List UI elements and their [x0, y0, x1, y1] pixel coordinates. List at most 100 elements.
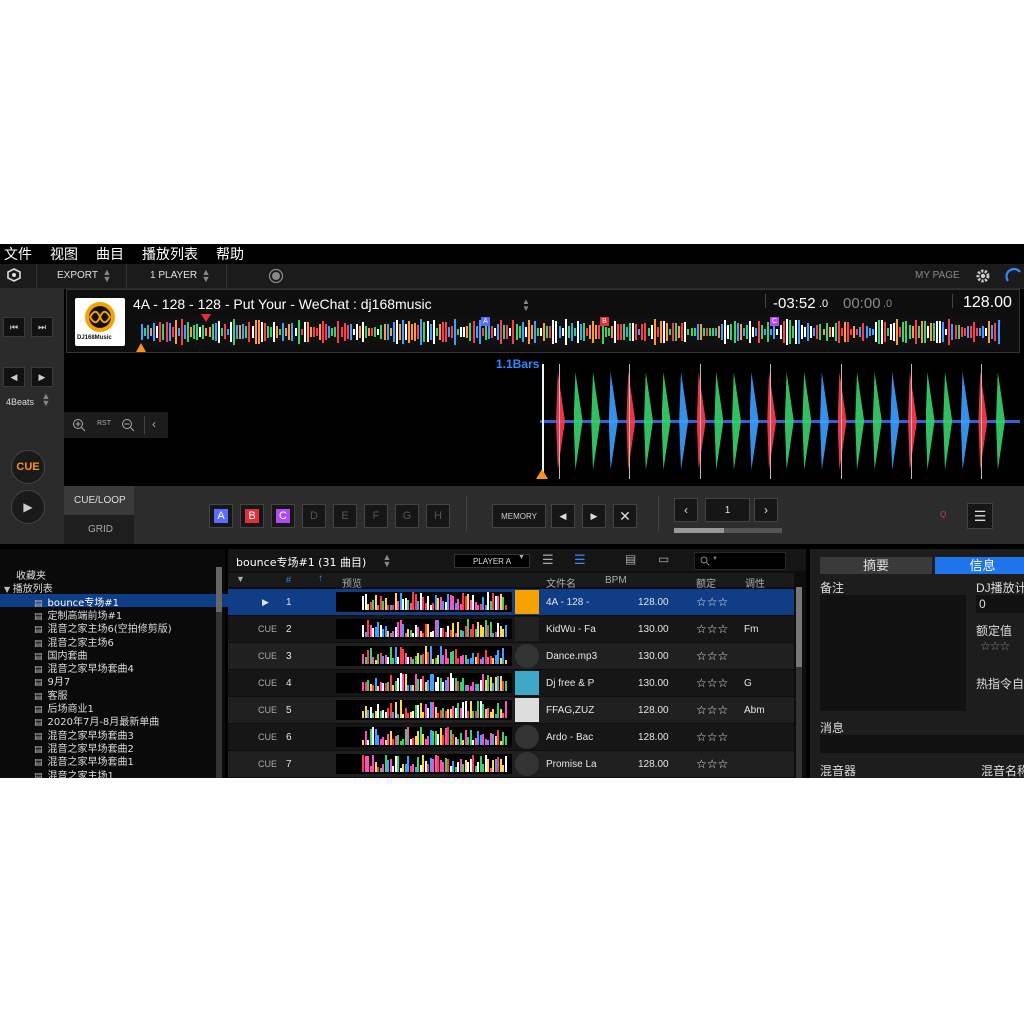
- record-icon[interactable]: [268, 268, 284, 284]
- rating-stars[interactable]: ☆☆☆: [980, 639, 1010, 653]
- tree-playlist-item[interactable]: ▤ 国内套曲: [0, 647, 249, 662]
- tree-playlist-item[interactable]: ▤ 定制高端前场#1: [0, 607, 249, 622]
- tab-info[interactable]: 信息: [935, 557, 1024, 574]
- loop-halve-button[interactable]: ‹: [674, 498, 698, 522]
- search-input[interactable]: ▼: [694, 552, 786, 570]
- tree-playlists-folder[interactable]: ▼ 播放列表: [0, 580, 219, 595]
- menu-playlist[interactable]: 播放列表: [142, 244, 198, 264]
- preview-waveform[interactable]: [336, 592, 512, 612]
- list-view-icon[interactable]: ☰: [542, 552, 554, 568]
- tree-playlist-item[interactable]: ▤ 客服: [0, 687, 249, 702]
- title-updown-icon[interactable]: ▲ ▼: [522, 298, 530, 313]
- memory-prev-button[interactable]: ◀: [551, 504, 575, 528]
- tree-playlist-item[interactable]: ▤ 9月7: [0, 673, 249, 688]
- hot-cue-a-button[interactable]: A: [209, 504, 233, 528]
- rekordbox-logo-icon[interactable]: [7, 268, 21, 282]
- export-updown-icon[interactable]: ▲ ▼: [102, 268, 112, 284]
- tree-scrollbar[interactable]: [216, 567, 222, 778]
- loop-double-button[interactable]: ›: [754, 498, 778, 522]
- preview-waveform[interactable]: [336, 673, 512, 693]
- hot-cue-f-button[interactable]: F: [364, 504, 388, 528]
- table-row[interactable]: CUE 7 Promise La 128.00 ☆☆☆: [228, 751, 794, 777]
- menu-view[interactable]: 视图: [50, 244, 78, 264]
- remaining-time[interactable]: -03:52: [773, 295, 816, 312]
- quantize-button[interactable]: Q: [940, 510, 946, 519]
- preview-waveform[interactable]: [336, 700, 512, 720]
- menu-hamburger-icon[interactable]: ☰: [967, 503, 993, 529]
- zoomed-waveform[interactable]: [540, 364, 1020, 479]
- play-button[interactable]: ▶: [11, 490, 45, 524]
- cue-button[interactable]: CUE: [11, 450, 45, 484]
- tree-favorites[interactable]: 收藏夹: [0, 567, 231, 582]
- notes-textarea[interactable]: [820, 595, 966, 711]
- hot-cue-g-button[interactable]: G: [395, 504, 419, 528]
- delete-memory-button[interactable]: ✕: [613, 504, 637, 528]
- memory-next-button[interactable]: ▶: [582, 504, 606, 528]
- play-count-field[interactable]: 0: [976, 595, 1024, 613]
- hot-cue-c-button[interactable]: C: [271, 504, 295, 528]
- detailed-list-view-icon[interactable]: ☰: [574, 552, 586, 568]
- collapse-arrow-icon[interactable]: ‹: [152, 417, 156, 431]
- hot-cue-h-button[interactable]: H: [426, 504, 450, 528]
- tree-playlist-item[interactable]: ▤ 混音之家早场套曲4: [0, 660, 249, 675]
- my-page-link[interactable]: MY PAGE: [915, 270, 960, 281]
- filter-icon[interactable]: ▼: [236, 574, 245, 584]
- list-scrollbar[interactable]: [796, 587, 802, 778]
- track-next-button[interactable]: ⏭: [31, 317, 53, 337]
- col-bpm[interactable]: BPM: [605, 575, 627, 586]
- tree-playlist-item[interactable]: ▤ 2020年7月-8月最新单曲: [0, 713, 249, 728]
- hot-cue-d-button[interactable]: D: [302, 504, 326, 528]
- player-mode-label[interactable]: 1 PLAYER: [150, 270, 197, 281]
- table-row[interactable]: CUE 6 Ardo - Bac 128.00 ☆☆☆: [228, 724, 794, 750]
- tree-playlist-item[interactable]: ▤ 混音之家主场6(空拍修剪版): [0, 620, 249, 635]
- menu-file[interactable]: 文件: [4, 244, 32, 264]
- hot-cue-e-button[interactable]: E: [333, 504, 357, 528]
- export-mode-label[interactable]: EXPORT: [57, 270, 98, 281]
- table-row[interactable]: CUE 2 KidWu - Fa 130.00 ☆☆☆ Fm: [228, 616, 794, 642]
- overview-waveform[interactable]: [141, 318, 1001, 346]
- preview-waveform[interactable]: [336, 646, 512, 666]
- table-row[interactable]: ▶ 1 4A - 128 - 128.00 ☆☆☆: [228, 589, 794, 615]
- sync-arc-icon[interactable]: [1005, 268, 1023, 284]
- preview-waveform[interactable]: [336, 619, 512, 639]
- message-field[interactable]: [820, 735, 1024, 753]
- beat-jump-forward-button[interactable]: ▶: [31, 367, 53, 387]
- tab-cue-loop[interactable]: CUE/LOOP: [64, 486, 134, 515]
- col-num[interactable]: #: [286, 575, 291, 585]
- tree-playlist-item[interactable]: ▤ 混音之家早场套曲2: [0, 740, 249, 755]
- tree-playlist-item[interactable]: ▤ 后场商业1: [0, 700, 249, 715]
- tab-grid[interactable]: GRID: [64, 515, 134, 544]
- gear-icon[interactable]: [975, 268, 991, 284]
- tree-playlist-item[interactable]: ▤bounce专场#1⊕: [0, 593, 249, 609]
- table-row[interactable]: CUE 3 Dance.mp3 130.00 ☆☆☆: [228, 643, 794, 669]
- preview-waveform[interactable]: [336, 727, 512, 747]
- sort-asc-icon[interactable]: ↑: [318, 573, 323, 584]
- zoom-out-icon[interactable]: [121, 418, 135, 432]
- col-filename[interactable]: 文件名: [546, 575, 576, 590]
- col-preview[interactable]: 预览: [342, 575, 362, 590]
- hot-cue-b-button[interactable]: B: [240, 504, 264, 528]
- track-previous-button[interactable]: ⏮: [3, 317, 25, 337]
- zoom-in-icon[interactable]: [72, 418, 86, 432]
- table-row[interactable]: CUE 4 Dj free & P 130.00 ☆☆☆ G: [228, 670, 794, 696]
- tree-playlist-item[interactable]: ▤ 混音之家早场套曲3: [0, 727, 249, 742]
- deck-bpm[interactable]: 128.00: [963, 294, 1012, 312]
- col-key[interactable]: 调性: [745, 575, 765, 590]
- tree-playlist-item[interactable]: ▤ 混音之家主场1: [0, 767, 249, 779]
- tab-summary[interactable]: 摘要: [820, 557, 932, 574]
- menu-help[interactable]: 帮助: [216, 244, 244, 264]
- tree-playlist-item[interactable]: ▤ 混音之家早场套曲1: [0, 753, 249, 768]
- menu-track[interactable]: 曲目: [96, 244, 124, 264]
- col-rating[interactable]: 额定: [696, 575, 716, 590]
- preview-waveform[interactable]: [336, 754, 512, 774]
- tree-playlist-item[interactable]: ▤ 混音之家主场6: [0, 634, 249, 649]
- beat-size-updown-icon[interactable]: ▲ ▼: [41, 392, 51, 408]
- memory-button[interactable]: MEMORY: [492, 504, 546, 528]
- playlist-updown-icon[interactable]: ▲ ▼: [382, 553, 392, 569]
- layout-split-icon[interactable]: ▭: [658, 552, 669, 566]
- zoom-reset-button[interactable]: RST: [97, 420, 111, 427]
- table-row[interactable]: CUE 5 FFAG,ZUZ 128.00 ☆☆☆ Abm: [228, 697, 794, 723]
- loop-slider[interactable]: [674, 528, 782, 533]
- player-mode-updown-icon[interactable]: ▲ ▼: [201, 268, 211, 284]
- beat-jump-back-button[interactable]: ◀: [3, 367, 25, 387]
